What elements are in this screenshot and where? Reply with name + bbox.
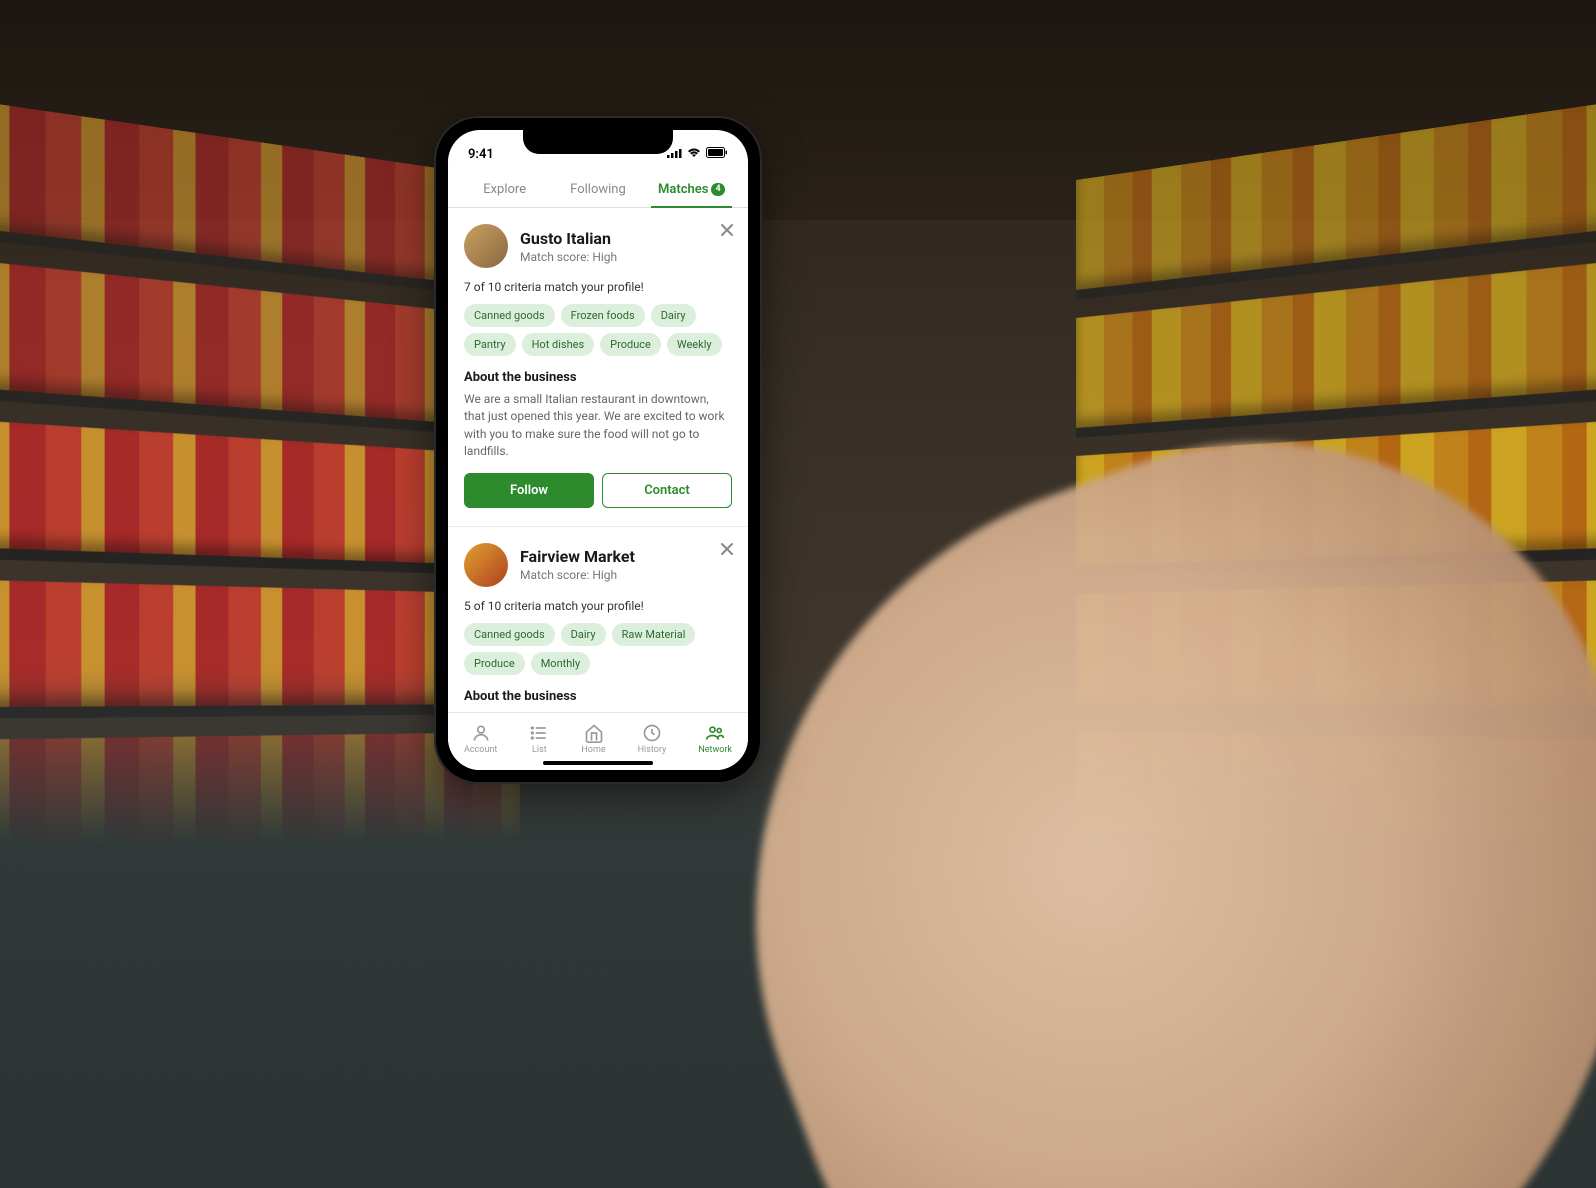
- content-scroll[interactable]: Gusto Italian Match score: High 7 of 10 …: [448, 208, 748, 714]
- follow-button[interactable]: Follow: [464, 473, 594, 508]
- tab-matches[interactable]: Matches 4: [645, 174, 738, 207]
- pill: Produce: [600, 333, 661, 356]
- match-card: Gusto Italian Match score: High 7 of 10 …: [448, 208, 748, 527]
- top-tabs: Explore Following Matches 4: [448, 168, 748, 208]
- pill-list: Canned goods Dairy Raw Material Produce …: [464, 623, 732, 675]
- bottom-nav: Account List Home History Network: [448, 712, 748, 770]
- status-time: 9:41: [468, 147, 494, 162]
- nav-label: Account: [464, 745, 497, 755]
- business-name: Fairview Market: [520, 547, 635, 566]
- business-name: Gusto Italian: [520, 229, 617, 248]
- tab-explore-label: Explore: [483, 182, 526, 197]
- close-icon[interactable]: [720, 222, 734, 241]
- battery-icon: [706, 147, 728, 162]
- matches-badge: 4: [711, 183, 724, 196]
- pill: Dairy: [561, 623, 606, 646]
- contact-button[interactable]: Contact: [602, 473, 732, 508]
- match-score: Match score: High: [520, 568, 635, 582]
- phone-frame: 9:41 Explore Following Matches 4: [434, 116, 762, 784]
- nav-label: Home: [581, 745, 605, 755]
- pill: Weekly: [667, 333, 722, 356]
- nav-account[interactable]: Account: [464, 723, 497, 755]
- tab-explore[interactable]: Explore: [458, 174, 551, 207]
- signal-icon: [667, 147, 682, 162]
- pill: Pantry: [464, 333, 516, 356]
- nav-label: Network: [698, 745, 732, 755]
- avatar: [464, 543, 508, 587]
- match-score: Match score: High: [520, 250, 617, 264]
- pill: Hot dishes: [522, 333, 595, 356]
- nav-list[interactable]: List: [529, 723, 549, 755]
- pill: Produce: [464, 652, 525, 675]
- home-indicator: [543, 761, 653, 765]
- pill: Canned goods: [464, 304, 555, 327]
- nav-home[interactable]: Home: [581, 723, 605, 755]
- pill: Frozen foods: [561, 304, 645, 327]
- nav-label: List: [532, 745, 547, 755]
- nav-history[interactable]: History: [638, 723, 667, 755]
- tab-following[interactable]: Following: [551, 174, 644, 207]
- close-icon[interactable]: [720, 541, 734, 560]
- tab-following-label: Following: [570, 182, 626, 197]
- nav-network[interactable]: Network: [698, 723, 732, 755]
- wifi-icon: [687, 147, 701, 162]
- account-icon: [471, 723, 491, 743]
- home-icon: [584, 723, 604, 743]
- nav-label: History: [638, 745, 667, 755]
- pill: Monthly: [531, 652, 591, 675]
- match-card: Fairview Market Match score: High 5 of 1…: [448, 527, 748, 714]
- criteria-line: 5 of 10 criteria match your profile!: [464, 599, 732, 613]
- pill: Raw Material: [612, 623, 696, 646]
- phone-screen: 9:41 Explore Following Matches 4: [448, 130, 748, 770]
- background-scene: [0, 0, 1596, 1188]
- about-heading: About the business: [464, 689, 732, 704]
- list-icon: [529, 723, 549, 743]
- pill: Dairy: [651, 304, 696, 327]
- avatar: [464, 224, 508, 268]
- criteria-line: 7 of 10 criteria match your profile!: [464, 280, 732, 294]
- pill-list: Canned goods Frozen foods Dairy Pantry H…: [464, 304, 732, 356]
- history-icon: [642, 723, 662, 743]
- pill: Canned goods: [464, 623, 555, 646]
- phone-notch: [523, 130, 673, 154]
- network-icon: [705, 723, 725, 743]
- about-heading: About the business: [464, 370, 732, 385]
- business-description: We are a small Italian restaurant in dow…: [464, 391, 732, 461]
- tab-matches-label: Matches: [658, 182, 708, 197]
